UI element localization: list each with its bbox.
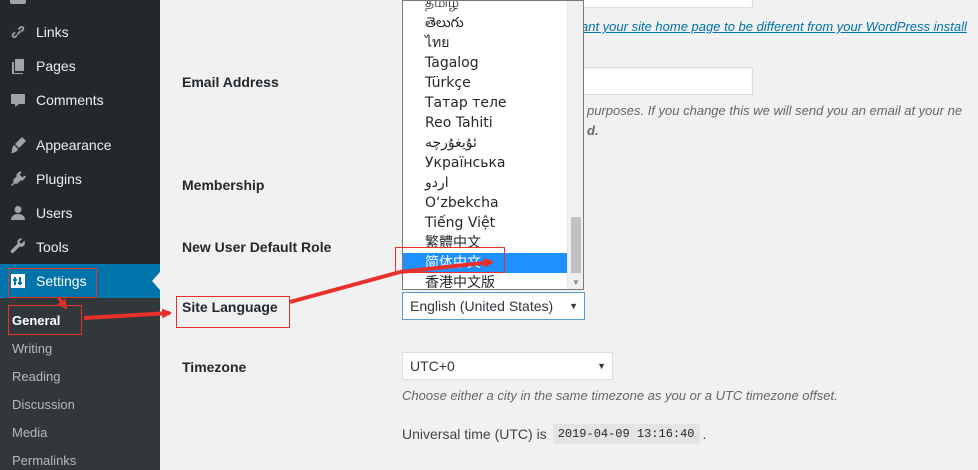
annotation-box-site-language	[176, 296, 290, 328]
submenu-item-reading[interactable]: Reading	[12, 369, 60, 384]
submenu-item-permalinks[interactable]: Permalinks	[12, 453, 76, 468]
dashboard-icon	[10, 0, 26, 4]
utc-time-line: Universal time (UTC) is 2019-04-09 13:16…	[402, 424, 706, 444]
language-option[interactable]: Українська	[403, 153, 568, 173]
email-description: purposes. If you change this we will sen…	[587, 103, 963, 118]
sidebar-item-plugins[interactable]: Plugins	[0, 162, 160, 196]
submenu-item-media[interactable]: Media	[12, 425, 47, 440]
site-language-value: English (United States)	[410, 298, 554, 314]
language-option[interactable]: ไทย	[403, 33, 568, 53]
sidebar-item-label: Users	[36, 205, 73, 221]
sidebar-item-comments[interactable]: Comments	[0, 83, 160, 117]
timezone-label: Timezone	[182, 359, 247, 375]
sidebar-item-links[interactable]: Links	[0, 15, 160, 49]
site-language-select[interactable]: English (United States) ▼	[402, 292, 585, 320]
language-option[interactable]: اردو	[403, 173, 568, 193]
sidebar-item-label: Plugins	[36, 171, 82, 187]
scrollbar-thumb[interactable]	[571, 217, 581, 273]
tools-wrench-icon	[0, 237, 36, 257]
site-address-help-link[interactable]: ant your site home page to be different …	[581, 19, 967, 34]
utc-time-value: 2019-04-09 13:16:40	[552, 424, 700, 444]
language-option[interactable]: Татар теле	[403, 93, 568, 113]
language-option[interactable]: తెలుగు	[403, 13, 568, 33]
utc-suffix: .	[702, 426, 707, 442]
sidebar-item-pages[interactable]: Pages	[0, 49, 160, 83]
chevron-down-icon: ▼	[597, 361, 606, 371]
chevron-down-icon: ▼	[569, 301, 578, 311]
sidebar-item-label: Pages	[36, 58, 76, 74]
timezone-description: Choose either a city in the same timezon…	[402, 388, 838, 403]
users-icon	[0, 203, 36, 223]
sidebar-item-label: Appearance	[36, 137, 112, 153]
utc-prefix: Universal time (UTC) is	[402, 426, 547, 442]
membership-label: Membership	[182, 177, 265, 193]
timezone-value: UTC+0	[410, 358, 455, 374]
pages-icon	[0, 56, 36, 76]
annotation-box-general	[8, 305, 82, 335]
appearance-brush-icon	[0, 135, 36, 155]
email-address-label: Email Address	[182, 74, 279, 90]
link-icon	[0, 22, 36, 42]
sidebar-item-tools[interactable]: Tools	[0, 230, 160, 264]
language-option[interactable]: 香港中文版	[403, 273, 568, 289]
sidebar-item-label: Comments	[36, 92, 104, 108]
email-description-bold: d.	[587, 123, 599, 138]
language-option[interactable]: Türkçe	[403, 73, 568, 93]
language-option[interactable]: தமிழ்	[403, 1, 568, 13]
annotation-box-settings	[8, 268, 97, 298]
scroll-down-arrow-icon[interactable]: ▼	[572, 278, 580, 287]
language-option[interactable]: ئۇيغۇرچە	[403, 133, 568, 153]
annotation-box-chinese-option	[395, 247, 505, 273]
language-option[interactable]: Reo Tahiti	[403, 113, 568, 133]
timezone-select[interactable]: UTC+0 ▼	[402, 352, 613, 380]
language-option[interactable]: Tagalog	[403, 53, 568, 73]
current-menu-arrow	[152, 272, 160, 290]
sidebar-item-users[interactable]: Users	[0, 196, 160, 230]
admin-sidebar: Links Pages Comments Appearance Plugins …	[0, 0, 160, 470]
sidebar-item-label: Tools	[36, 239, 69, 255]
submenu-item-discussion[interactable]: Discussion	[12, 397, 75, 412]
site-address-description: ant your site home page to be different …	[581, 19, 967, 34]
language-option[interactable]: O‘zbekcha	[403, 193, 568, 213]
plugins-icon	[0, 169, 36, 189]
language-option[interactable]: Tiếng Việt	[403, 213, 568, 233]
dropdown-scrollbar[interactable]: ▼	[567, 1, 583, 289]
comments-icon	[0, 90, 36, 110]
sidebar-item-appearance[interactable]: Appearance	[0, 128, 160, 162]
submenu-item-writing[interactable]: Writing	[12, 341, 52, 356]
default-role-label: New User Default Role	[182, 239, 332, 255]
sidebar-item-label: Links	[36, 24, 69, 40]
